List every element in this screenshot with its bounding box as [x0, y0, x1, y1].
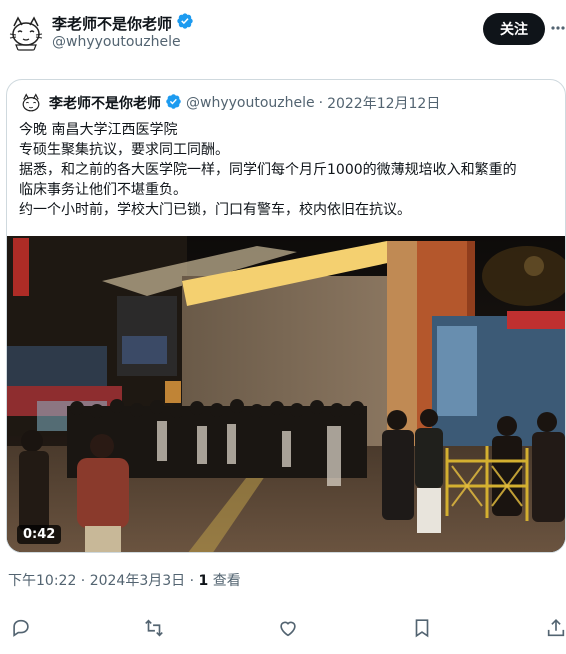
- text-line: 临床事务让他们不堪重负。: [19, 182, 187, 198]
- retweet-icon[interactable]: [143, 617, 167, 641]
- text-line: 约一个小时前，学校大门已锁，门口有警车，校内依旧在抗议。: [19, 202, 411, 218]
- author-handle[interactable]: @whyyoutouzhele: [52, 34, 181, 50]
- tweet-timestamp[interactable]: 下午10:22 · 2024年3月3日 ·: [8, 573, 199, 589]
- text-line: 专硕生聚集抗议，要求同工同酬。: [19, 142, 229, 158]
- quoted-author-handle: @whyyoutouzhele: [186, 95, 315, 111]
- author-name-row[interactable]: 李老师不是你老师: [52, 12, 194, 34]
- avatar[interactable]: [6, 12, 46, 52]
- quoted-tweet[interactable]: 李老师不是你老师 @whyyoutouzhele · 2022年12月12日 今…: [6, 79, 566, 553]
- separator-dot: ·: [318, 95, 324, 111]
- quoted-tweet-header: 李老师不是你老师 @whyyoutouzhele · 2022年12月12日: [19, 91, 440, 115]
- verified-badge-icon: [165, 93, 182, 114]
- quoted-avatar[interactable]: [19, 91, 43, 115]
- text-line: 据悉，和之前的各大医学院一样，同学们每个月斤1000的微薄规培收入和繁重的: [19, 162, 517, 178]
- quoted-date: 2022年12月12日: [327, 96, 441, 112]
- text-line: 今晚 南昌大学江西医学院: [19, 122, 178, 138]
- video-player[interactable]: 0:42: [7, 236, 565, 552]
- share-icon[interactable]: [545, 617, 566, 641]
- views-count: 1: [198, 573, 209, 589]
- follow-button[interactable]: 关注: [483, 13, 545, 45]
- quoted-author-name: 李老师不是你老师: [49, 96, 161, 112]
- verified-badge-icon: [176, 12, 194, 34]
- video-frame: [7, 236, 565, 552]
- tweet-header: 李老师不是你老师 @whyyoutouzhele 关注: [0, 0, 566, 62]
- author-name[interactable]: 李老师不是你老师: [52, 13, 172, 34]
- quoted-tweet-text: 今晚 南昌大学江西医学院 专硕生聚集抗议，要求同工同酬。 据悉，和之前的各大医学…: [19, 120, 559, 220]
- views-label: 查看: [208, 573, 241, 589]
- more-options-icon[interactable]: [550, 18, 566, 38]
- video-duration: 0:42: [17, 525, 62, 544]
- bookmark-icon[interactable]: [411, 617, 435, 641]
- tweet-meta: 下午10:22 · 2024年3月3日 · 1 查看: [8, 570, 241, 590]
- reply-icon[interactable]: [10, 617, 34, 641]
- like-icon[interactable]: [277, 617, 301, 641]
- action-bar: [0, 617, 566, 645]
